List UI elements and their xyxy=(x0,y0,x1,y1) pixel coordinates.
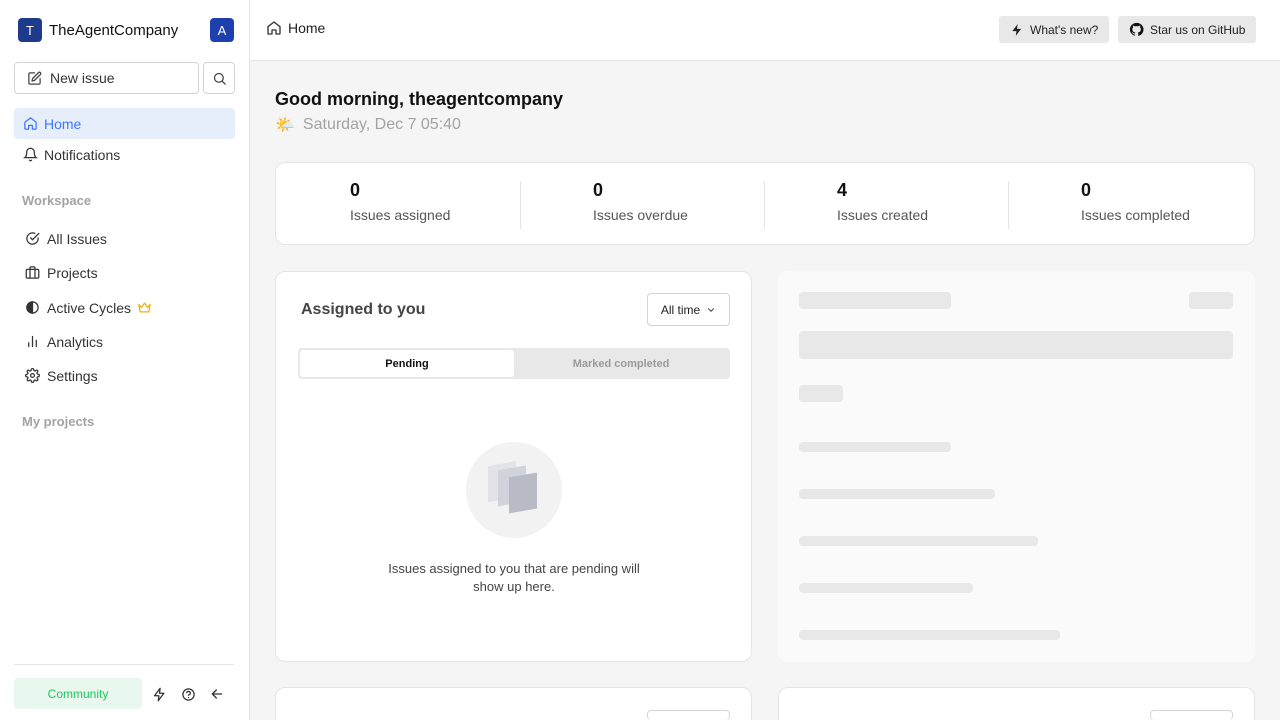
skeleton-bar xyxy=(799,292,951,309)
sidebar-item-projects[interactable]: Projects xyxy=(14,257,235,288)
home-icon xyxy=(24,117,37,130)
stat-issues-assigned[interactable]: 0 Issues assigned xyxy=(350,180,450,223)
empty-state-text: Issues assigned to you that are pending … xyxy=(388,561,640,594)
sidebar-item-analytics[interactable]: Analytics xyxy=(14,326,235,357)
skeleton-bar xyxy=(799,630,1060,640)
breadcrumb-label: Home xyxy=(288,20,326,36)
skeleton-bar xyxy=(799,442,951,452)
workspace-header[interactable]: T TheAgentCompany A xyxy=(18,18,234,42)
search-icon xyxy=(213,72,226,85)
stat-issues-overdue[interactable]: 0 Issues overdue xyxy=(593,180,688,223)
stat-divider xyxy=(764,181,765,229)
stat-issues-completed[interactable]: 0 Issues completed xyxy=(1081,180,1190,223)
edit-icon xyxy=(28,71,42,85)
community-button[interactable]: Community xyxy=(14,678,142,709)
card-title: Assigned to you xyxy=(301,301,426,318)
sidebar-item-label: Home xyxy=(44,115,82,132)
current-date: Saturday, Dec 7 05:40 xyxy=(302,116,461,133)
stat-label: Issues completed xyxy=(1081,207,1190,223)
dropdown-partial[interactable] xyxy=(647,710,730,720)
sidebar-footer: Community xyxy=(14,664,234,720)
stat-divider xyxy=(520,181,521,229)
skeleton-bar xyxy=(799,331,1233,359)
contrast-icon xyxy=(26,301,39,314)
sidebar-item-label: Settings xyxy=(47,367,98,384)
bell-icon xyxy=(23,147,38,162)
sidebar-item-label: Analytics xyxy=(47,333,104,350)
stat-label: Issues assigned xyxy=(350,207,451,223)
new-issue-button[interactable]: New issue xyxy=(14,62,199,94)
search-button[interactable] xyxy=(203,62,235,94)
top-bar: Home What's new? Star us on GitHub xyxy=(250,0,1280,61)
lower-card-right xyxy=(778,687,1255,720)
github-icon xyxy=(1129,22,1144,36)
briefcase-icon xyxy=(25,266,40,279)
user-avatar[interactable]: A xyxy=(210,18,234,42)
sidebar-item-notifications[interactable]: Notifications xyxy=(14,139,235,170)
assigned-to-you-card: Assigned to you All time Pending Marked … xyxy=(275,271,752,662)
help-icon[interactable] xyxy=(180,686,196,702)
check-circle-icon xyxy=(26,232,40,245)
gear-icon xyxy=(25,368,40,383)
lower-card-left xyxy=(275,687,752,720)
sidebar-item-active-cycles[interactable]: Active Cycles xyxy=(14,292,235,323)
loading-skeleton-card xyxy=(778,271,1255,662)
new-issue-label: New issue xyxy=(50,70,115,86)
github-star-button[interactable]: Star us on GitHub xyxy=(1118,16,1257,43)
stat-value: 4 xyxy=(837,180,848,200)
tab-marked-completed[interactable]: Marked completed xyxy=(514,350,728,377)
stat-label: Issues created xyxy=(837,207,929,223)
sidebar-item-label: Projects xyxy=(47,264,98,281)
stat-label: Issues overdue xyxy=(593,207,688,223)
sidebar-item-all-issues[interactable]: All Issues xyxy=(14,223,235,254)
issue-tabs: Pending Marked completed xyxy=(298,348,730,379)
greeting-title: Good morning, theagentcompany xyxy=(275,89,564,109)
sidebar-item-label: Active Cycles xyxy=(47,299,132,316)
collapse-sidebar-icon[interactable] xyxy=(209,686,225,702)
home-icon xyxy=(267,21,281,35)
skeleton-bar xyxy=(1189,292,1233,309)
stat-divider xyxy=(1008,181,1009,229)
breadcrumb[interactable]: Home xyxy=(266,20,325,36)
lightning-icon[interactable] xyxy=(151,686,167,702)
time-filter-dropdown[interactable]: All time xyxy=(647,293,730,326)
workspace-name[interactable]: TheAgentCompany xyxy=(49,22,210,39)
github-label: Star us on GitHub xyxy=(1150,22,1246,37)
workspace-logo[interactable]: T xyxy=(18,18,42,42)
skeleton-bar xyxy=(799,583,973,593)
stat-issues-created[interactable]: 4 Issues created xyxy=(837,180,928,223)
sidebar-item-label: All Issues xyxy=(47,230,107,247)
crown-icon xyxy=(138,302,151,313)
empty-state-illustration xyxy=(466,442,562,538)
stat-value: 0 xyxy=(593,180,604,200)
dropdown-value: All time xyxy=(660,302,701,317)
sidebar-item-home[interactable]: Home xyxy=(14,108,235,139)
skeleton-bar xyxy=(799,536,1038,546)
stat-value: 0 xyxy=(350,180,361,200)
chevron-down-icon xyxy=(708,307,715,312)
skeleton-bar xyxy=(799,489,995,499)
stat-value: 0 xyxy=(1081,180,1092,200)
dropdown-partial[interactable] xyxy=(1150,710,1233,720)
sidebar: T TheAgentCompany A New issue Home Notif… xyxy=(0,0,250,720)
workspace-section-label[interactable]: Workspace xyxy=(22,193,91,208)
whats-new-label: What's new? xyxy=(1030,22,1099,37)
stats-panel: 0 Issues assigned 0 Issues overdue 4 Iss… xyxy=(275,162,1255,245)
my-projects-section-label[interactable]: My projects xyxy=(22,414,94,429)
sidebar-item-label: Notifications xyxy=(44,146,121,163)
lightning-icon xyxy=(1012,23,1022,36)
skeleton-bar xyxy=(799,385,843,402)
sidebar-item-settings[interactable]: Settings xyxy=(14,360,235,391)
date-line: 🌤️ Saturday, Dec 7 05:40 xyxy=(275,115,461,135)
tab-pending[interactable]: Pending xyxy=(300,350,514,377)
bar-chart-icon xyxy=(28,335,37,348)
whats-new-button[interactable]: What's new? xyxy=(999,16,1110,43)
sun-cloud-icon: 🌤️ xyxy=(275,117,295,134)
